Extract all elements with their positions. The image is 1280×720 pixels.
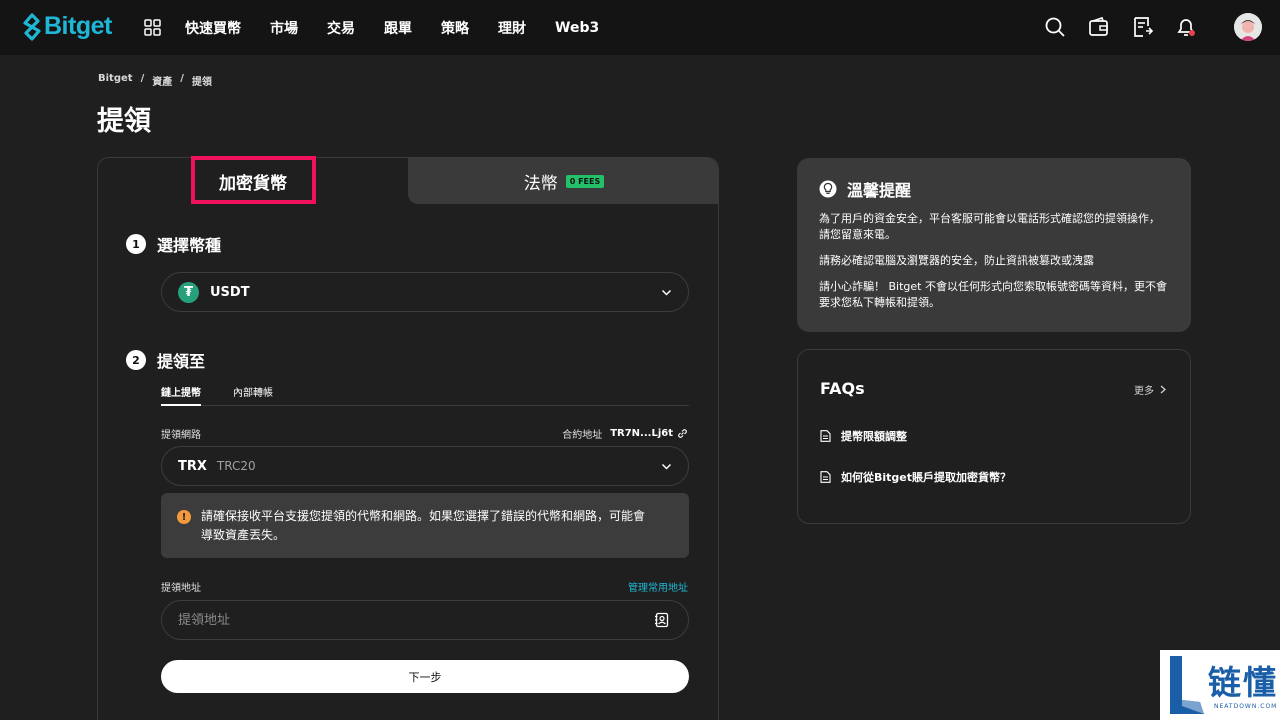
faq-more-link[interactable]: 更多 bbox=[1134, 382, 1166, 397]
highlight-box bbox=[191, 156, 316, 204]
tab-onchain-withdraw[interactable]: 鏈上提幣 bbox=[161, 384, 201, 406]
search-icon[interactable] bbox=[1044, 16, 1066, 38]
withdraw-type-tabs: 鏈上提幣 內部轉帳 bbox=[161, 384, 689, 406]
watermark-logo-icon bbox=[1170, 656, 1204, 714]
step-number: 2 bbox=[126, 350, 146, 370]
breadcrumb: Bitget / 資產 / 提領 bbox=[98, 73, 212, 88]
contract-address: 合約地址 TR7N...Lj6t bbox=[562, 426, 688, 441]
bitget-logo[interactable]: Bitget bbox=[22, 12, 112, 41]
wallet-icon[interactable] bbox=[1088, 16, 1110, 38]
nav-item-copy-trading[interactable]: 跟單 bbox=[384, 18, 412, 38]
contract-label: 合約地址 bbox=[562, 430, 603, 441]
faq-item-label: 如何從Bitget賬戶提取加密貨幣？ bbox=[841, 471, 1012, 484]
notification-bell-icon[interactable] bbox=[1175, 16, 1197, 38]
reminder-text-2: 請務必確認電腦及瀏覽器的安全，防止資訊被篡改或洩露 bbox=[819, 254, 1094, 267]
bitget-logo-icon bbox=[23, 12, 41, 41]
network-label: 提領網路 bbox=[161, 430, 201, 441]
nav-menu: 快速買幣 市場 交易 跟單 策略 理財 Web3 bbox=[185, 0, 628, 55]
lightbulb-icon bbox=[819, 180, 837, 198]
step-withdraw-to: 2 提領至 bbox=[126, 348, 205, 372]
network-warning: ! 請確保接收平台支援您提領的代幣和網路。如果您選擇了錯誤的代幣和網路，可能會 … bbox=[161, 493, 689, 558]
address-label: 提領地址 bbox=[161, 583, 201, 594]
withdraw-card: 加密貨幣 法幣 0 FEES 1 選擇幣種 ₮ USDT 2 提領至 鏈上提幣 … bbox=[97, 157, 719, 720]
watermark-text: 链懂 bbox=[1208, 663, 1278, 702]
watermark-subtext: NEATDOWN.COM bbox=[1214, 703, 1278, 710]
nav-item-quick-buy[interactable]: 快速買幣 bbox=[185, 18, 241, 38]
logo-text: Bitget bbox=[44, 12, 112, 40]
faq-item-label: 提幣限額調整 bbox=[841, 430, 907, 443]
network-select-main: TRX bbox=[178, 458, 207, 474]
tab-fiat-label: 法幣 bbox=[523, 173, 558, 194]
network-select-sub: TRC20 bbox=[216, 459, 256, 473]
nav-item-markets[interactable]: 市場 bbox=[270, 18, 298, 38]
avatar-face-icon bbox=[1234, 13, 1262, 41]
nav-item-strategy[interactable]: 策略 bbox=[441, 18, 469, 38]
warning-text-line1: 請確保接收平台支援您提領的代幣和網路。如果您選擇了錯誤的代幣和網路，可能會 bbox=[201, 509, 646, 523]
warning-text-line2: 導致資產丟失。 bbox=[201, 528, 286, 542]
apps-grid-icon[interactable] bbox=[144, 19, 161, 36]
faq-card: FAQs 更多 提幣限額調整 如何從Bitget賬戶提取加密貨幣？ bbox=[797, 349, 1191, 524]
reminder-title: 溫馨提醒 bbox=[847, 181, 912, 200]
nav-item-earn[interactable]: 理財 bbox=[498, 18, 526, 38]
tab-fiat[interactable]: 法幣 0 FEES bbox=[408, 158, 718, 204]
address-book-icon[interactable] bbox=[654, 612, 670, 628]
breadcrumb-bitget[interactable]: Bitget bbox=[98, 73, 133, 88]
reminder-card: 溫馨提醒 為了用戶的資金安全，平台客服可能會以電話形式確認您的提領操作，請您留意… bbox=[797, 158, 1191, 332]
withdraw-address-input[interactable] bbox=[161, 600, 689, 640]
zero-fees-badge: 0 FEES bbox=[565, 174, 605, 188]
nav-item-web3[interactable]: Web3 bbox=[555, 20, 599, 36]
usdt-coin-icon: ₮ bbox=[178, 281, 199, 303]
page-title: 提領 bbox=[97, 106, 151, 137]
faq-item[interactable]: 如何從Bitget賬戶提取加密貨幣？ bbox=[820, 469, 1011, 485]
faq-title: FAQs bbox=[820, 379, 865, 398]
reminder-header: 溫馨提醒 bbox=[819, 177, 1169, 201]
nav-item-trade[interactable]: 交易 bbox=[327, 18, 355, 38]
reminder-text-1: 為了用戶的資金安全，平台客服可能會以電話形式確認您的提領操作，請您留意來電。 bbox=[819, 212, 1160, 241]
coin-select-value: USDT bbox=[210, 284, 250, 300]
step-label: 提領至 bbox=[157, 352, 206, 371]
contract-address-value[interactable]: TR7N...Lj6t bbox=[610, 428, 673, 439]
faq-item[interactable]: 提幣限額調整 bbox=[820, 428, 907, 444]
chevron-down-icon bbox=[661, 463, 672, 470]
document-icon bbox=[820, 471, 831, 483]
step-number: 1 bbox=[126, 234, 146, 254]
breadcrumb-assets[interactable]: 資產 bbox=[152, 73, 172, 88]
tab-internal-transfer[interactable]: 內部轉帳 bbox=[233, 384, 273, 406]
warning-icon: ! bbox=[177, 510, 191, 524]
avatar[interactable] bbox=[1234, 13, 1262, 41]
breadcrumb-separator: / bbox=[140, 73, 145, 84]
step-select-coin: 1 選擇幣種 bbox=[126, 232, 221, 256]
chevron-right-icon bbox=[1160, 385, 1166, 394]
step-label: 選擇幣種 bbox=[157, 236, 222, 255]
next-step-button[interactable]: 下一步 bbox=[161, 660, 689, 693]
document-icon bbox=[820, 430, 831, 442]
faq-more-label: 更多 bbox=[1134, 386, 1154, 397]
chevron-down-icon bbox=[661, 289, 672, 296]
orders-icon[interactable] bbox=[1132, 16, 1154, 38]
breadcrumb-withdraw: 提領 bbox=[191, 77, 212, 88]
breadcrumb-separator: / bbox=[180, 73, 184, 84]
manage-addresses-link[interactable]: 管理常用地址 bbox=[628, 579, 688, 594]
link-icon[interactable] bbox=[677, 428, 688, 439]
top-nav: Bitget 快速買幣 市場 交易 跟單 策略 理財 Web3 bbox=[0, 0, 1280, 55]
network-select[interactable]: TRX TRC20 bbox=[161, 446, 689, 486]
watermark: 链懂 NEATDOWN.COM bbox=[1160, 650, 1280, 720]
coin-select[interactable]: ₮ USDT bbox=[161, 272, 689, 312]
reminder-text-3: 請小心詐騙！ Bitget 不會以任何形式向您索取帳號密碼等資料，更不會要求您私… bbox=[819, 280, 1167, 309]
